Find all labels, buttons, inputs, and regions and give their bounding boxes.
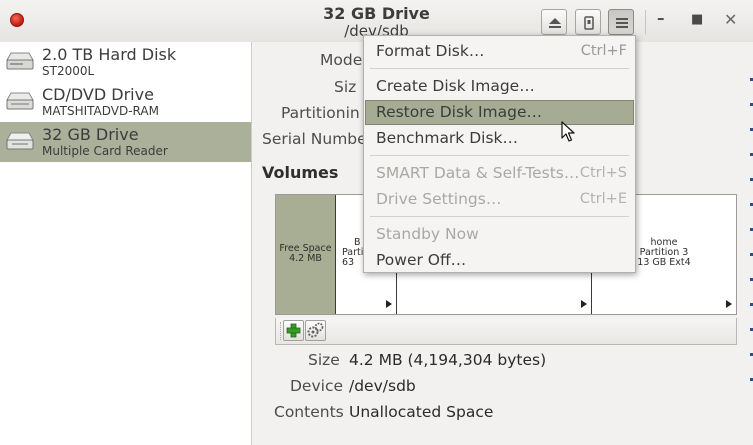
menu-separator [370, 68, 629, 69]
create-partition-button[interactable] [283, 320, 304, 341]
partitioning-label: Partitionin [281, 104, 360, 122]
menu-item-benchmark-disk[interactable]: Benchmark Disk… [365, 126, 634, 151]
menu-item-shortcut: Ctrl+E [579, 191, 627, 207]
volume-label: Free Space [279, 243, 332, 254]
menu-item-label: Benchmark Disk… [376, 129, 519, 147]
menu-item-label: Drive Settings… [376, 190, 502, 208]
menu-separator [370, 155, 629, 156]
drive-list: 2.0 TB Hard Disk ST2000L CD/DVD Drive MA… [0, 42, 252, 445]
menu-item-shortcut: Ctrl+S [579, 165, 627, 181]
menu-item-label: Create Disk Image… [376, 77, 535, 95]
gears-icon [307, 322, 324, 338]
drive-item-cd-dvd[interactable]: CD/DVD Drive MATSHITADVD-RAM [0, 82, 251, 122]
menu-item-standby-now[interactable]: Standby Now [365, 222, 634, 247]
drive-model: ST2000L [42, 64, 95, 78]
partition-options-button[interactable] [305, 320, 326, 341]
menu-item-shortcut: Ctrl+F [580, 43, 627, 59]
menu-item-label: SMART Data & Self-Tests… [376, 164, 580, 182]
drive-item-hard-disk[interactable]: 2.0 TB Hard Disk ST2000L [0, 42, 251, 82]
drive-name: CD/DVD Drive [42, 85, 154, 104]
expand-arrow-icon[interactable] [726, 300, 732, 308]
window-close-button[interactable] [10, 13, 24, 27]
eject-button[interactable] [541, 9, 567, 35]
card-reader-icon [6, 132, 34, 150]
menu-item-label: Format Disk… [376, 42, 485, 60]
menu-item-restore-disk-image[interactable]: Restore Disk Image… [365, 100, 634, 125]
menu-item-smart-data[interactable]: SMART Data & Self-Tests… Ctrl+S [365, 161, 634, 186]
volume-free-space[interactable]: Free Space 4.2 MB [276, 195, 335, 314]
mouse-cursor-icon [561, 121, 575, 142]
menu-icon [616, 18, 628, 28]
power-off-drive-button[interactable] [575, 9, 601, 35]
menu-item-label: Standby Now [376, 225, 479, 243]
optical-drive-icon [6, 92, 34, 110]
volume-size-label: Size [308, 351, 340, 369]
close-icon[interactable]: ✕ [724, 10, 737, 29]
volume-device-label: Device [290, 377, 344, 395]
volumes-heading: Volumes [262, 163, 339, 182]
drive-name: 32 GB Drive [42, 125, 139, 144]
maximize-icon[interactable]: ■ [691, 12, 703, 27]
drive-menu: Format Disk… Ctrl+F Create Disk Image… R… [363, 35, 636, 273]
toolbar-divider [645, 10, 646, 34]
volume-device-value: /dev/sdb [349, 377, 416, 395]
drive-menu-button[interactable] [608, 9, 634, 35]
menu-item-drive-settings[interactable]: Drive Settings… Ctrl+E [365, 187, 634, 212]
drive-model: Multiple Card Reader [42, 144, 168, 158]
eject-icon [549, 18, 561, 28]
menu-separator [370, 216, 629, 217]
volume-contents-label: Contents [274, 403, 344, 421]
drive-name: 2.0 TB Hard Disk [42, 45, 177, 64]
minimize-icon[interactable]: – [657, 9, 665, 27]
hard-disk-icon [6, 52, 34, 70]
add-icon [286, 323, 301, 338]
serial-number-label: Serial Numbe [262, 130, 367, 148]
toolbar-grip [280, 322, 282, 340]
menu-item-create-disk-image[interactable]: Create Disk Image… [365, 74, 634, 99]
window-title: 32 GB Drive [323, 4, 430, 23]
expand-arrow-icon[interactable] [386, 300, 392, 308]
volume-toolbar [275, 318, 737, 345]
menu-item-label: Restore Disk Image… [376, 103, 543, 121]
menu-item-power-off[interactable]: Power Off… [365, 248, 634, 273]
volume-size-value: 4.2 MB (4,194,304 bytes) [349, 351, 547, 369]
menu-item-label: Power Off… [376, 251, 467, 269]
size-label: Siz [334, 78, 357, 96]
expand-arrow-icon[interactable] [581, 300, 587, 308]
volume-contents-value: Unallocated Space [349, 403, 494, 421]
menu-item-format-disk[interactable]: Format Disk… Ctrl+F [365, 39, 634, 64]
drive-model: MATSHITADVD-RAM [42, 104, 159, 118]
drive-power-icon [584, 16, 594, 30]
volume-size: 4.2 MB [289, 253, 322, 264]
model-label: Mode [320, 51, 363, 69]
drive-item-card-reader[interactable]: 32 GB Drive Multiple Card Reader [0, 122, 251, 162]
